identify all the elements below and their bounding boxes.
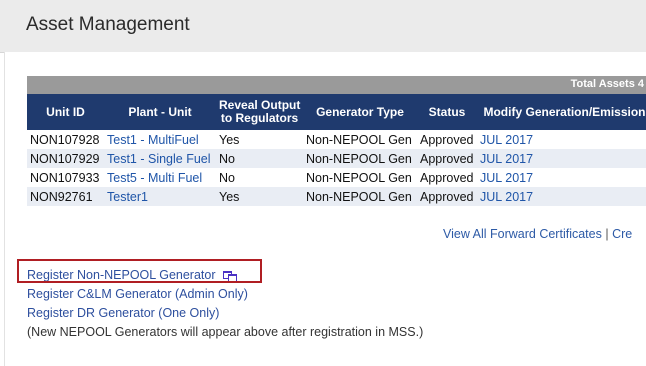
cell-unit-id: NON107928 [30,132,100,147]
cell-reveal: No [219,170,235,185]
cell-generator-type: Non-NEPOOL Gen [303,187,417,206]
plant-unit-link[interactable]: Test1 - MultiFuel [104,130,216,149]
col-header-modify[interactable]: Modify Generation/Emission [477,94,646,130]
page-header: Asset Management [0,0,646,53]
cell-status: Approved [417,149,477,168]
cell-unit-id: NON107929 [27,149,104,168]
modify-month-link[interactable]: JUL 2017 [477,187,646,206]
modify-month-link[interactable]: JUL 2017 [477,130,646,149]
col-header-generator-type[interactable]: Generator Type [303,94,417,130]
table-row: NON107929 Test1 - Single Fuel No Non-NEP… [27,149,646,168]
cell-status: Approved [417,187,477,206]
table-row: NON107928 Test1 - MultiFuel Yes Non-NEPO… [27,130,646,149]
table-row: NON107933 Test5 - Multi Fuel No Non-NEPO… [27,168,646,187]
plant-unit-link[interactable]: Tester1 [104,187,216,206]
total-assets-bar: Total Assets 4 [27,76,646,94]
plant-unit-link[interactable]: Test1 - Single Fuel [104,149,216,168]
create-certificates-link[interactable]: Cre [612,227,632,241]
cell-reveal: Yes [219,132,240,147]
total-assets-label: Total Assets 4 [570,78,644,90]
plant-unit-link[interactable]: Test5 - Multi Fuel [104,168,216,187]
col-header-unit-id[interactable]: Unit ID [27,94,104,130]
modify-month-link[interactable]: JUL 2017 [477,168,646,187]
page-title: Asset Management [26,14,190,35]
cell-generator-type: Non-NEPOOL Gen [306,132,412,147]
link-separator: | [605,227,609,241]
cell-unit-id: NON107933 [30,170,100,185]
table-header-row: Unit ID Plant - Unit Reveal Output to Re… [27,94,646,130]
certificate-links: View All Forward Certificates | Cre [443,227,632,241]
cell-generator-type: Non-NEPOOL Gen [306,170,412,185]
highlight-box [17,259,262,283]
assets-table: Unit ID Plant - Unit Reveal Output to Re… [27,94,646,206]
reveal-header-line2: to Regulators [220,111,299,125]
col-header-plant-unit[interactable]: Plant - Unit [104,94,216,130]
cell-status: Approved [420,132,474,147]
cell-unit-id: NON92761 [27,187,104,206]
table-row: NON92761 Tester1 Yes Non-NEPOOL Gen Appr… [27,187,646,206]
cell-generator-type: Non-NEPOOL Gen [303,149,417,168]
col-header-status[interactable]: Status [417,94,477,130]
register-clm-link[interactable]: Register C&LM Generator (Admin Only) [27,285,423,304]
registration-note: (New NEPOOL Generators will appear above… [27,325,424,339]
col-header-reveal-output[interactable]: Reveal Output to Regulators [216,94,303,130]
cell-status: Approved [420,170,474,185]
reveal-header-line1: Reveal Output [219,98,301,112]
cell-reveal: No [216,149,303,168]
view-forward-certificates-link[interactable]: View All Forward Certificates [443,227,602,241]
register-dr-link[interactable]: Register DR Generator (One Only) [27,304,423,323]
cell-reveal: Yes [216,187,303,206]
modify-month-link[interactable]: JUL 2017 [477,149,646,168]
